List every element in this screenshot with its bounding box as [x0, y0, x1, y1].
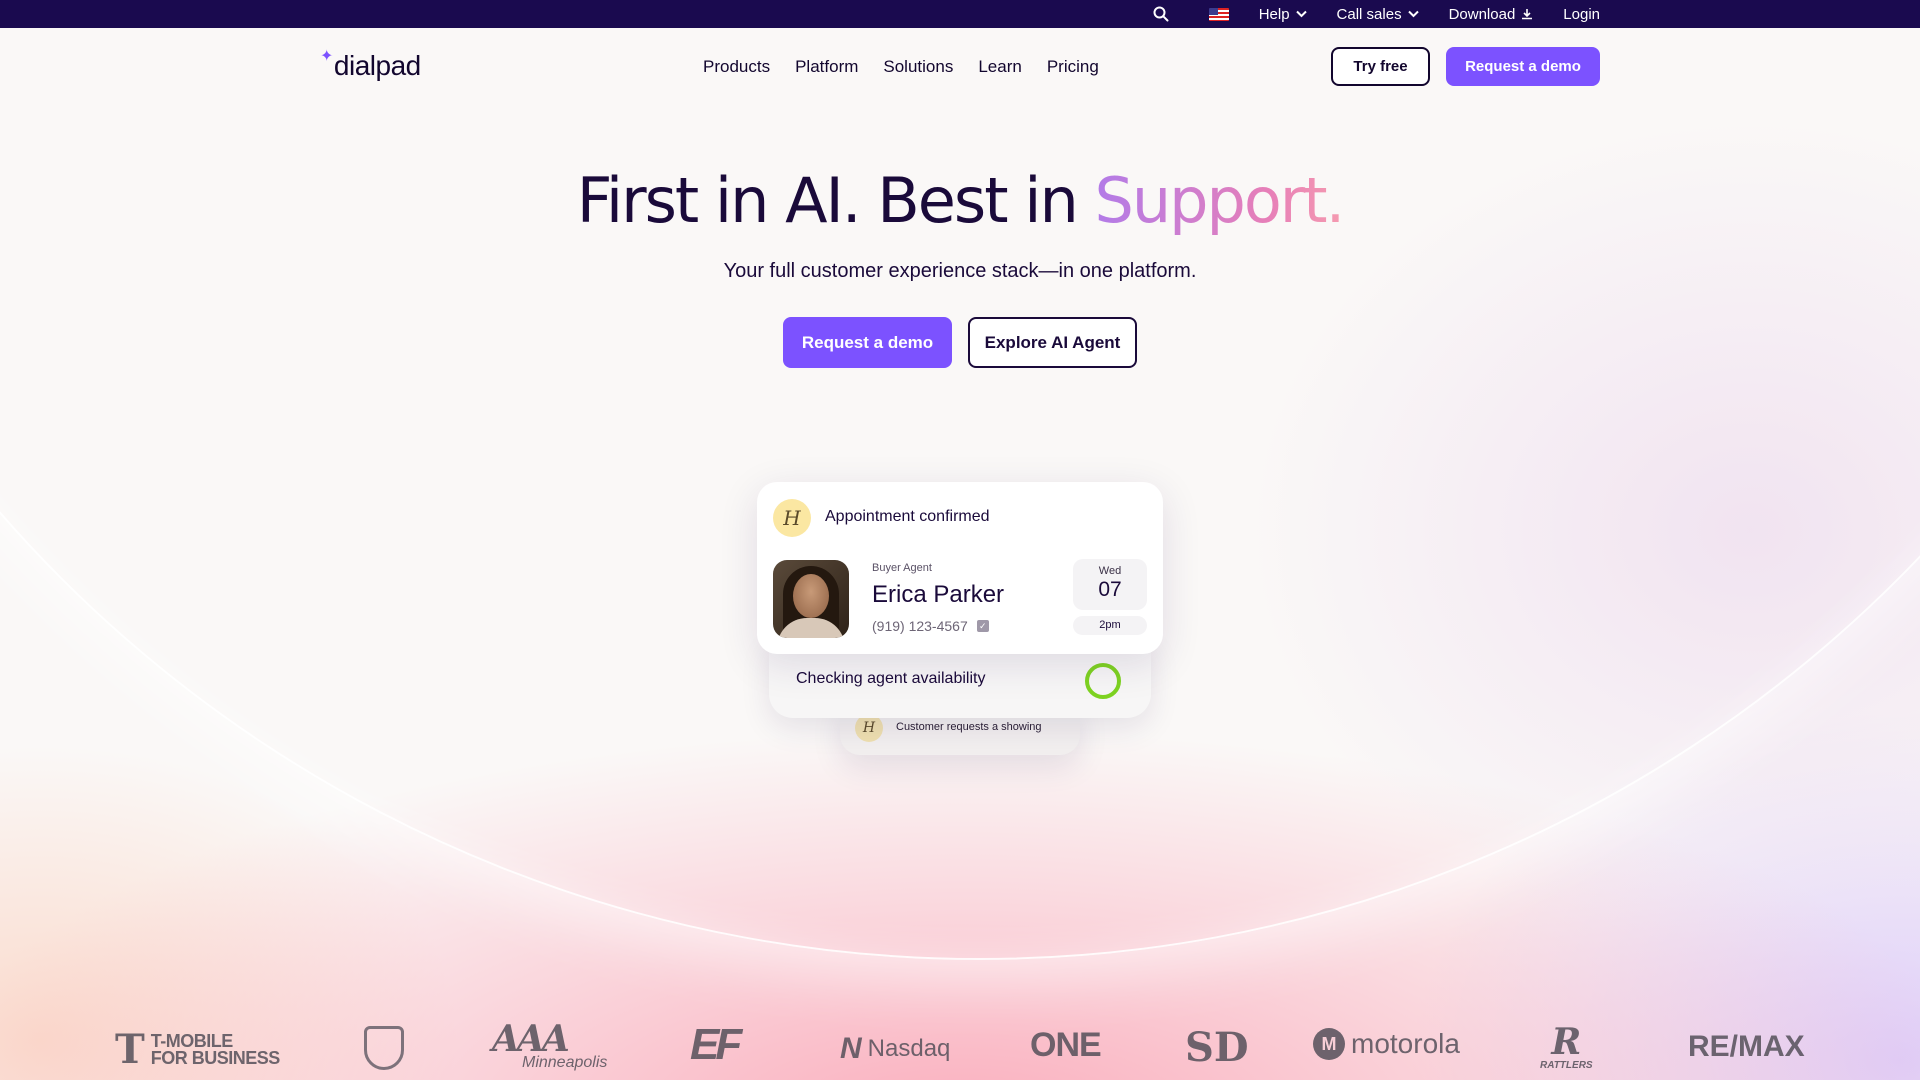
help-label: Help	[1258, 5, 1290, 23]
hero-subtitle: Your full customer experience stack—in o…	[723, 260, 1197, 282]
try-free-button[interactable]: Try free	[1331, 47, 1430, 86]
status-card-label: Checking agent availability	[796, 670, 986, 687]
agent-phone: (919) 123-4567 ✓	[872, 618, 989, 634]
dialpad-logo[interactable]: ✦ dialpad	[320, 48, 421, 82]
one-logo: ONE	[1030, 1026, 1102, 1064]
login-label: Login	[1563, 5, 1600, 23]
hero-title: First in AI. Best in Support.	[0, 164, 1920, 237]
panthers-shield-logo	[364, 1026, 404, 1070]
download-link[interactable]: Download	[1449, 6, 1534, 23]
language-selector[interactable]	[1199, 7, 1229, 21]
request-card-label: Customer requests a showing	[896, 721, 1042, 733]
nav-item-pricing[interactable]: Pricing	[1047, 57, 1099, 77]
company-logo-icon: H	[855, 714, 883, 742]
nav-item-learn[interactable]: Learn	[978, 57, 1021, 77]
nav-item-platform[interactable]: Platform	[795, 57, 858, 77]
hero-request-demo-button[interactable]: Request a demo	[783, 317, 952, 368]
customer-logos-strip: T T-MOBILE FOR BUSINESS AAA Minneapolis E…	[0, 1010, 1920, 1080]
help-menu[interactable]: Help	[1259, 6, 1307, 23]
call-sales-label: Call sales	[1336, 5, 1402, 23]
rattlers-logo: R RATTLERS	[1540, 1021, 1593, 1071]
hero-title-accent: Support.	[1094, 164, 1345, 237]
logo-text: dialpad	[333, 50, 421, 81]
motorola-logo: M motorola	[1313, 1028, 1460, 1060]
login-link[interactable]: Login	[1563, 6, 1600, 23]
spark-icon: ✦	[320, 48, 333, 65]
search-icon[interactable]	[1153, 6, 1169, 22]
nasdaq-logo: N Nasdaq	[840, 1032, 951, 1065]
appointment-card: H Appointment confirmed Buyer Agent Eric…	[757, 482, 1163, 654]
chevron-down-icon	[1407, 10, 1419, 18]
agent-phone-number: (919) 123-4567	[872, 618, 968, 634]
date-day: Wed	[1098, 565, 1122, 577]
explore-ai-agent-button[interactable]: Explore AI Agent	[968, 317, 1137, 368]
tmobile-logo: T T-MOBILE FOR BUSINESS	[115, 1026, 280, 1073]
utility-bar: Help Call sales Download Login	[0, 0, 1920, 28]
date-number: 07	[1098, 578, 1122, 601]
checkbox-icon: ✓	[976, 620, 989, 632]
date-badge: Wed 07	[1073, 559, 1147, 610]
appointment-title: Appointment confirmed	[825, 508, 990, 525]
nav-item-solutions[interactable]: Solutions	[883, 57, 953, 77]
chevron-down-icon	[1295, 10, 1307, 18]
primary-nav: Products Platform Solutions Learn Pricin…	[703, 57, 1099, 77]
agent-avatar	[773, 560, 849, 638]
hero-title-main: First in AI. Best in	[576, 164, 1095, 237]
main-header: ✦ dialpad Products Platform Solutions Le…	[0, 28, 1920, 106]
agent-role: Buyer Agent	[872, 562, 932, 574]
ef-logo: EF	[690, 1020, 742, 1069]
agent-name: Erica Parker	[872, 581, 1005, 608]
padres-logo: SD	[1185, 1024, 1249, 1071]
call-sales-menu[interactable]: Call sales	[1337, 6, 1419, 23]
company-logo-icon: H	[773, 499, 811, 537]
us-flag-icon	[1208, 7, 1229, 21]
remax-logo: RE/MAX	[1688, 1030, 1805, 1063]
download-icon	[1522, 9, 1533, 20]
aaa-minneapolis-logo: AAA Minneapolis	[492, 1018, 608, 1071]
download-label: Download	[1448, 5, 1516, 23]
loading-ring-icon	[1085, 663, 1121, 699]
time-badge: 2pm	[1073, 616, 1147, 635]
header-request-demo-button[interactable]: Request a demo	[1446, 47, 1600, 86]
nav-item-products[interactable]: Products	[703, 57, 770, 77]
